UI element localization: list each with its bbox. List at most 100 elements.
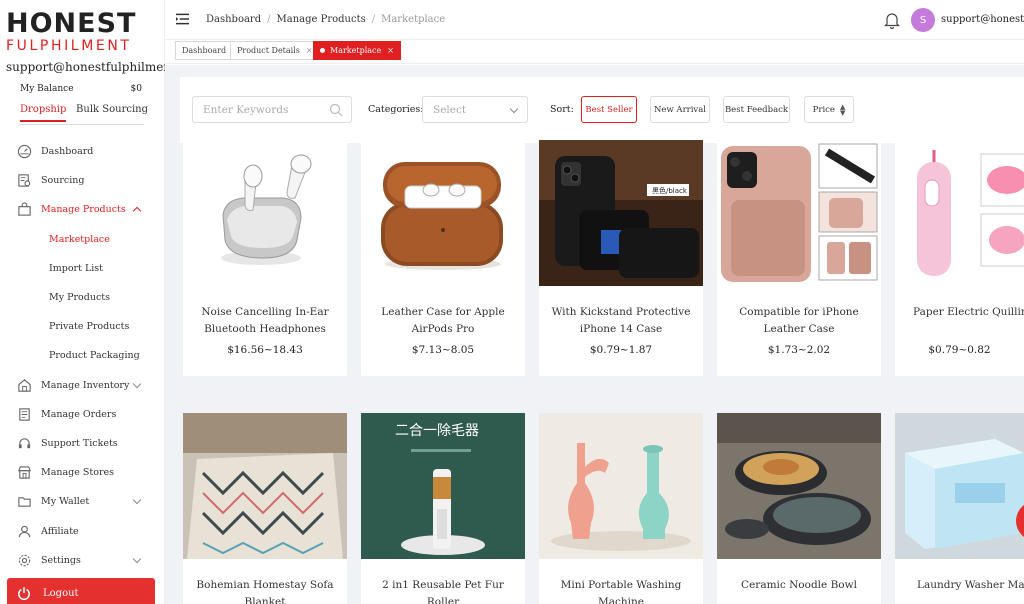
brand-logo[interactable]: HONEST FULPHILMENT <box>6 8 164 55</box>
product-title[interactable]: Paper Electric Quilling Pen <box>895 304 1024 338</box>
sidebar-item-label: Import List <box>49 262 103 274</box>
sidebar-item-manage-stores[interactable]: Manage Stores <box>16 458 146 487</box>
inventory-icon <box>16 377 32 393</box>
product-title[interactable]: Noise Cancelling In-Ear Bluetooth Headph… <box>183 304 347 338</box>
product-card[interactable]: Bohemian Homestay Sofa Blanket <box>183 413 347 604</box>
balance-value: $0 <box>130 84 142 94</box>
close-icon[interactable]: × <box>387 46 394 55</box>
sort-arrows-icon: ▲ ▼ <box>839 102 846 117</box>
bell-icon[interactable] <box>884 11 900 32</box>
product-card[interactable]: Compatible for iPhone Leather Case $1.73… <box>717 140 881 376</box>
sidebar-item-support-tickets[interactable]: Support Tickets <box>16 429 146 458</box>
categories-select[interactable]: Select <box>422 96 528 123</box>
page-tab-label: Dashboard <box>182 46 227 55</box>
sidebar-mode-tabs: Dropship Bulk Sourcing <box>20 104 148 122</box>
product-title[interactable]: Compatible for iPhone Leather Case <box>717 304 881 338</box>
chevron-down-icon <box>132 496 142 505</box>
sidebar-item-label: My Wallet <box>41 496 90 508</box>
brand-name: HONEST <box>6 8 137 39</box>
user-icon <box>16 523 32 539</box>
product-card[interactable]: 黑色/black With Kickstand Protective iPhon… <box>539 140 703 376</box>
sidebar-item-affiliate[interactable]: Affiliate <box>16 516 146 545</box>
sidebar-item-label: Manage Orders <box>41 408 117 420</box>
sidebar-menu: Dashboard Sourcing Manage Products Marke… <box>16 137 146 575</box>
sidebar-item-label: My Products <box>49 292 110 304</box>
balance-label: My Balance <box>20 84 74 94</box>
product-image[interactable] <box>183 140 347 286</box>
logout-button[interactable]: Logout <box>7 578 155 604</box>
sidebar-item-label: Support Tickets <box>41 437 118 449</box>
product-image[interactable] <box>895 140 1024 286</box>
sourcing-icon <box>16 173 32 189</box>
sort-new-arrival-button[interactable]: New Arrival <box>650 96 710 123</box>
product-price: $0.79~0.82 <box>928 344 991 356</box>
product-title[interactable]: Laundry Washer Machine Cleaner <box>895 577 1024 604</box>
sidebar-item-my-products[interactable]: My Products <box>16 283 146 312</box>
breadcrumb-current: Marketplace <box>381 14 446 25</box>
product-title[interactable]: Ceramic Noodle Bowl <box>717 577 881 604</box>
bag-icon <box>16 202 32 218</box>
product-title[interactable]: With Kickstand Protective iPhone 14 Case <box>539 304 703 338</box>
sidebar-item-my-wallet[interactable]: My Wallet <box>16 487 146 516</box>
page-tab-marketplace[interactable]: Marketplace × <box>313 41 401 60</box>
product-card[interactable]: Leather Case for Apple AirPods Pro $7.13… <box>361 140 525 376</box>
sidebar-item-manage-products[interactable]: Manage Products <box>16 195 146 224</box>
breadcrumb-manage-products[interactable]: Manage Products <box>277 14 366 25</box>
product-card[interactable]: Laundry Washer Machine Cleaner <box>895 413 1024 604</box>
product-card[interactable]: 二合一除毛器 2 in1 Reusable Pet Fur Roller <box>361 413 525 604</box>
sidebar-item-private-products[interactable]: Private Products <box>16 312 146 341</box>
categories-label: Categories: <box>368 104 424 115</box>
product-image[interactable] <box>183 413 347 559</box>
sidebar-item-label: Manage Inventory <box>41 379 130 391</box>
power-icon <box>17 586 31 600</box>
folder-icon <box>16 494 32 510</box>
product-title[interactable]: Leather Case for Apple AirPods Pro <box>361 304 525 338</box>
sort-best-feedback-button[interactable]: Best Feedback <box>723 96 790 123</box>
page-tab-product-details[interactable]: Product Details × <box>230 41 320 60</box>
product-card[interactable]: Noise Cancelling In-Ear Bluetooth Headph… <box>183 140 347 376</box>
sidebar-item-marketplace[interactable]: Marketplace <box>16 225 146 254</box>
product-title[interactable]: Bohemian Homestay Sofa Blanket <box>183 577 347 604</box>
sidebar-item-settings[interactable]: Settings <box>16 546 146 575</box>
sort-label: Sort: <box>550 104 574 115</box>
product-image[interactable] <box>895 413 1024 559</box>
product-card[interactable]: Ceramic Noodle Bowl <box>717 413 881 604</box>
menu-toggle-icon[interactable] <box>176 13 189 28</box>
avatar[interactable]: S <box>911 8 935 32</box>
chevron-down-icon <box>132 554 142 563</box>
breadcrumb-dashboard[interactable]: Dashboard <box>206 14 261 25</box>
sort-best-seller-button[interactable]: Best Seller <box>581 96 637 123</box>
sidebar-item-import-list[interactable]: Import List <box>16 254 146 283</box>
product-image[interactable] <box>717 140 881 286</box>
product-image[interactable]: 二合一除毛器 <box>361 413 525 559</box>
user-email[interactable]: support@honestfulphilment.com <box>941 14 1024 25</box>
product-card[interactable]: Paper Electric Quilling Pen $0.79~0.82 <box>895 140 1024 376</box>
sidebar-item-manage-orders[interactable]: Manage Orders <box>16 400 146 429</box>
product-image[interactable] <box>361 140 525 286</box>
product-image[interactable]: 黑色/black <box>539 140 703 286</box>
sidebar-item-sourcing[interactable]: Sourcing <box>16 166 146 195</box>
tab-bulk-sourcing[interactable]: Bulk Sourcing <box>76 104 148 122</box>
sidebar-item-manage-inventory[interactable]: Manage Inventory <box>16 371 146 400</box>
product-title[interactable]: Mini Portable Washing Machine <box>539 577 703 604</box>
page-tab-dashboard[interactable]: Dashboard <box>175 41 234 60</box>
close-icon[interactable]: × <box>306 46 313 55</box>
sidebar-item-label: Marketplace <box>49 233 110 245</box>
product-title[interactable]: 2 in1 Reusable Pet Fur Roller <box>361 577 525 604</box>
sort-price-button[interactable]: Price ▲ ▼ <box>804 96 854 123</box>
sidebar-item-dashboard[interactable]: Dashboard <box>16 137 146 166</box>
sidebar-item-label: Private Products <box>49 321 130 333</box>
search-input[interactable]: Enter Keywords <box>192 96 352 123</box>
product-image[interactable] <box>539 413 703 559</box>
orders-icon <box>16 406 32 422</box>
product-card[interactable]: Mini Portable Washing Machine <box>539 413 703 604</box>
product-price: $16.56~18.43 <box>227 344 303 356</box>
product-image[interactable] <box>717 413 881 559</box>
sidebar-item-label: Product Packaging <box>49 350 140 362</box>
headset-icon <box>16 435 32 451</box>
tab-dropship[interactable]: Dropship <box>20 104 67 122</box>
sidebar-item-product-packaging[interactable]: Product Packaging <box>16 341 146 370</box>
store-icon <box>16 465 32 481</box>
logout-label: Logout <box>43 587 79 599</box>
search-icon[interactable] <box>329 103 343 120</box>
